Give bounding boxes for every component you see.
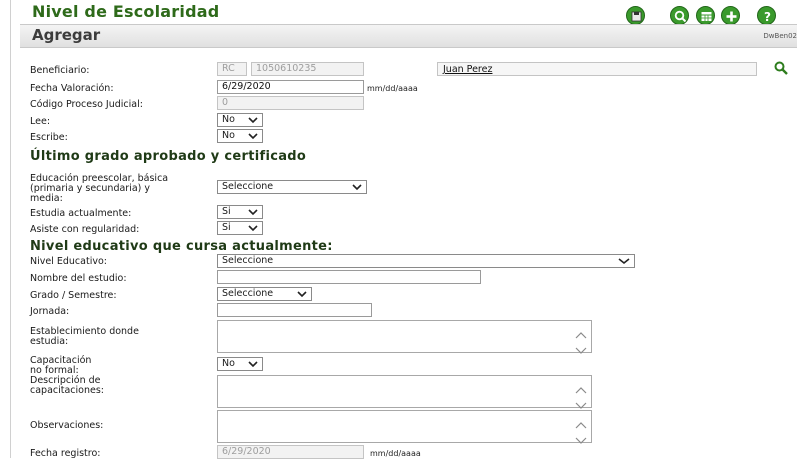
chevron-down-icon [618,256,630,270]
descripcion-textarea[interactable] [217,375,592,409]
educacion-label-3: media: [30,193,63,204]
grado-label: Grado / Semestre: [30,290,117,301]
capacitacion-value: No [222,358,235,369]
escribe-select[interactable]: No [217,129,263,143]
fecha-valoracion-label: Fecha Valoración: [30,83,114,94]
chevron-down-icon [248,223,258,237]
establecimiento-textarea[interactable] [217,320,592,354]
chevron-down-icon [297,289,307,303]
scroll-down-icon[interactable] [575,340,587,359]
screen-code: DwBen02 [763,32,797,40]
chevron-down-icon [248,207,258,221]
observaciones-textarea[interactable] [217,410,592,444]
beneficiary-name: Juan Perez [443,64,493,75]
grado-value: Seleccione [222,288,274,299]
chevron-down-icon [352,182,362,196]
estudia-value: Si [222,206,231,217]
section-ultimo-grado: Último grado aprobado y certificado [30,149,307,164]
help-icon[interactable]: ? [757,6,776,25]
observaciones-label: Observaciones: [30,420,104,431]
svg-text:?: ? [764,10,771,24]
educacion-select[interactable]: Seleccione [217,180,367,194]
educacion-value: Seleccione [222,181,274,192]
nombre-estudio-label: Nombre del estudio: [30,273,127,284]
form-window: Nivel de Escolaridad ? Agregar DwBen02 B… [0,0,797,459]
search-beneficiary-icon[interactable] [773,60,789,76]
search-icon[interactable] [670,6,689,25]
chevron-down-icon [248,359,258,373]
lee-select[interactable]: No [217,113,263,127]
asiste-value: Si [222,222,231,233]
calendar-icon[interactable] [696,6,715,25]
jornada-label: Jornada: [30,306,70,317]
lee-label: Lee: [30,116,51,127]
codigo-proceso-label: Código Proceso Judicial: [30,99,143,110]
save-icon[interactable] [626,6,645,25]
nivel-value: Seleccione [222,255,274,266]
estudia-select[interactable]: Si [217,205,263,219]
chevron-down-icon [248,131,258,145]
lee-value: No [222,114,235,125]
escribe-label: Escribe: [30,132,68,143]
fecha-registro-field: 6/29/2020 [217,445,364,459]
codigo-proceso-field: 0 [217,96,364,110]
fecha-valoracion-input[interactable]: 6/29/2020 [217,80,364,94]
establecimiento-label-2: estudia: [30,336,69,347]
fecha-registro-label: Fecha registro: [30,448,101,459]
subheader-bar: Agregar DwBen02 [20,24,797,48]
asiste-label: Asiste con regularidad: [30,224,140,235]
nivel-select[interactable]: Seleccione [217,254,635,268]
doc-type-field: RC [217,62,247,76]
fecha-registro-format: mm/dd/aaaa [370,449,421,458]
add-icon[interactable] [721,6,740,25]
doc-number-field: 1050610235 [251,62,364,76]
chevron-down-icon [248,115,258,129]
capacitacion-select[interactable]: No [217,357,263,371]
grado-select[interactable]: Seleccione [217,287,312,301]
window-header: Nivel de Escolaridad ? [20,0,797,25]
scroll-down-icon[interactable] [575,430,587,449]
beneficiario-label: Beneficiario: [30,65,90,76]
nivel-label: Nivel Educativo: [30,256,107,267]
mode-title: Agregar [32,26,101,44]
jornada-input[interactable] [217,303,372,317]
estudia-label: Estudia actualmente: [30,208,132,219]
section-nivel-educativo: Nivel educativo que cursa actualmente: [30,239,333,254]
fecha-valoracion-format: mm/dd/aaaa [367,84,418,93]
descripcion-label-2: capacitaciones: [30,385,104,396]
asiste-select[interactable]: Si [217,221,263,235]
page-title: Nivel de Escolaridad [32,2,220,21]
left-border [10,0,11,458]
nombre-estudio-input[interactable] [217,270,481,284]
escribe-value: No [222,130,235,141]
